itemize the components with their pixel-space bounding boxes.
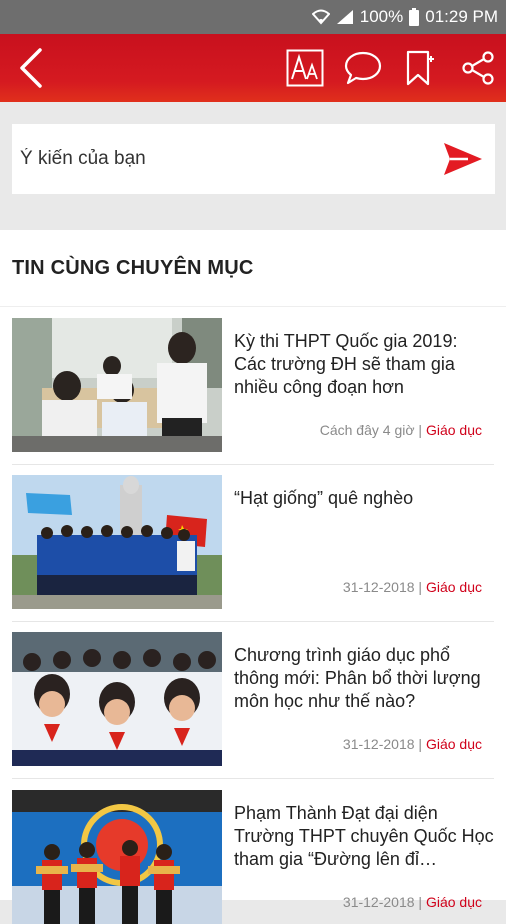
comment-icon [344, 51, 382, 85]
article-category[interactable]: Giáo dục [426, 894, 482, 910]
article-category[interactable]: Giáo dục [426, 422, 482, 438]
app-bar [0, 34, 506, 102]
status-bar: 100% 01:29 PM [0, 0, 506, 34]
article-meta: 31-12-2018 | Giáo dục [342, 579, 482, 595]
wifi-icon [311, 9, 330, 25]
article-title[interactable]: Phạm Thành Đạt đại diện Trường THPT chuy… [234, 802, 494, 871]
article-meta: Cách đây 4 giờ | Giáo dục [319, 422, 482, 438]
article-thumbnail[interactable] [12, 632, 222, 766]
article-item[interactable]: Chương trình giáo dục phổ thông mới: Phâ… [12, 632, 494, 766]
battery-icon [409, 8, 420, 26]
divider [12, 778, 494, 779]
article-item[interactable]: Phạm Thành Đạt đại diện Trường THPT chuy… [12, 790, 494, 924]
section-title: TIN CÙNG CHUYÊN MỤC [12, 256, 254, 279]
divider [12, 621, 494, 622]
share-icon [462, 51, 494, 85]
article-time: Cách đây 4 giờ [319, 422, 415, 438]
article-time: 31-12-2018 [342, 736, 415, 752]
article-category[interactable]: Giáo dục [426, 736, 482, 752]
clock: 01:29 PM [425, 7, 498, 26]
send-button[interactable] [441, 138, 485, 180]
article-time: 31-12-2018 [342, 894, 415, 910]
send-icon [444, 143, 482, 175]
comment-button[interactable] [340, 34, 386, 102]
article-category[interactable]: Giáo dục [426, 579, 482, 595]
article-meta: 31-12-2018 | Giáo dục [342, 736, 482, 752]
article-item[interactable]: “Hạt giống” quê nghèo 31-12-2018 | Giáo … [12, 475, 494, 609]
battery-percent: 100% [359, 7, 404, 26]
article-title[interactable]: Chương trình giáo dục phổ thông mới: Phâ… [234, 644, 494, 713]
article-thumbnail[interactable] [12, 475, 222, 609]
share-button[interactable] [455, 34, 501, 102]
article-title[interactable]: Kỳ thi THPT Quốc gia 2019: Các trường ĐH… [234, 330, 494, 399]
bookmark-icon [406, 50, 434, 86]
article-meta: 31-12-2018 | Giáo dục [342, 894, 482, 910]
font-size-button[interactable] [282, 34, 328, 102]
font-size-icon [286, 49, 324, 87]
article-item[interactable]: Kỳ thi THPT Quốc gia 2019: Các trường ĐH… [12, 318, 494, 452]
article-time: 31-12-2018 [342, 579, 415, 595]
comment-area [0, 102, 506, 208]
section-header: TIN CÙNG CHUYÊN MỤC [0, 230, 506, 307]
back-arrow-icon [20, 48, 42, 88]
bookmark-button[interactable] [398, 34, 444, 102]
divider [12, 464, 494, 465]
article-thumbnail[interactable] [12, 790, 222, 924]
back-button[interactable] [6, 34, 56, 102]
article-thumbnail[interactable] [12, 318, 222, 452]
comment-box [12, 124, 495, 194]
related-section: TIN CÙNG CHUYÊN MỤC Kỳ thi THPT Quốc gia… [0, 230, 506, 924]
comment-input[interactable] [12, 138, 422, 180]
article-title[interactable]: “Hạt giống” quê nghèo [234, 487, 494, 510]
signal-icon [336, 9, 354, 25]
